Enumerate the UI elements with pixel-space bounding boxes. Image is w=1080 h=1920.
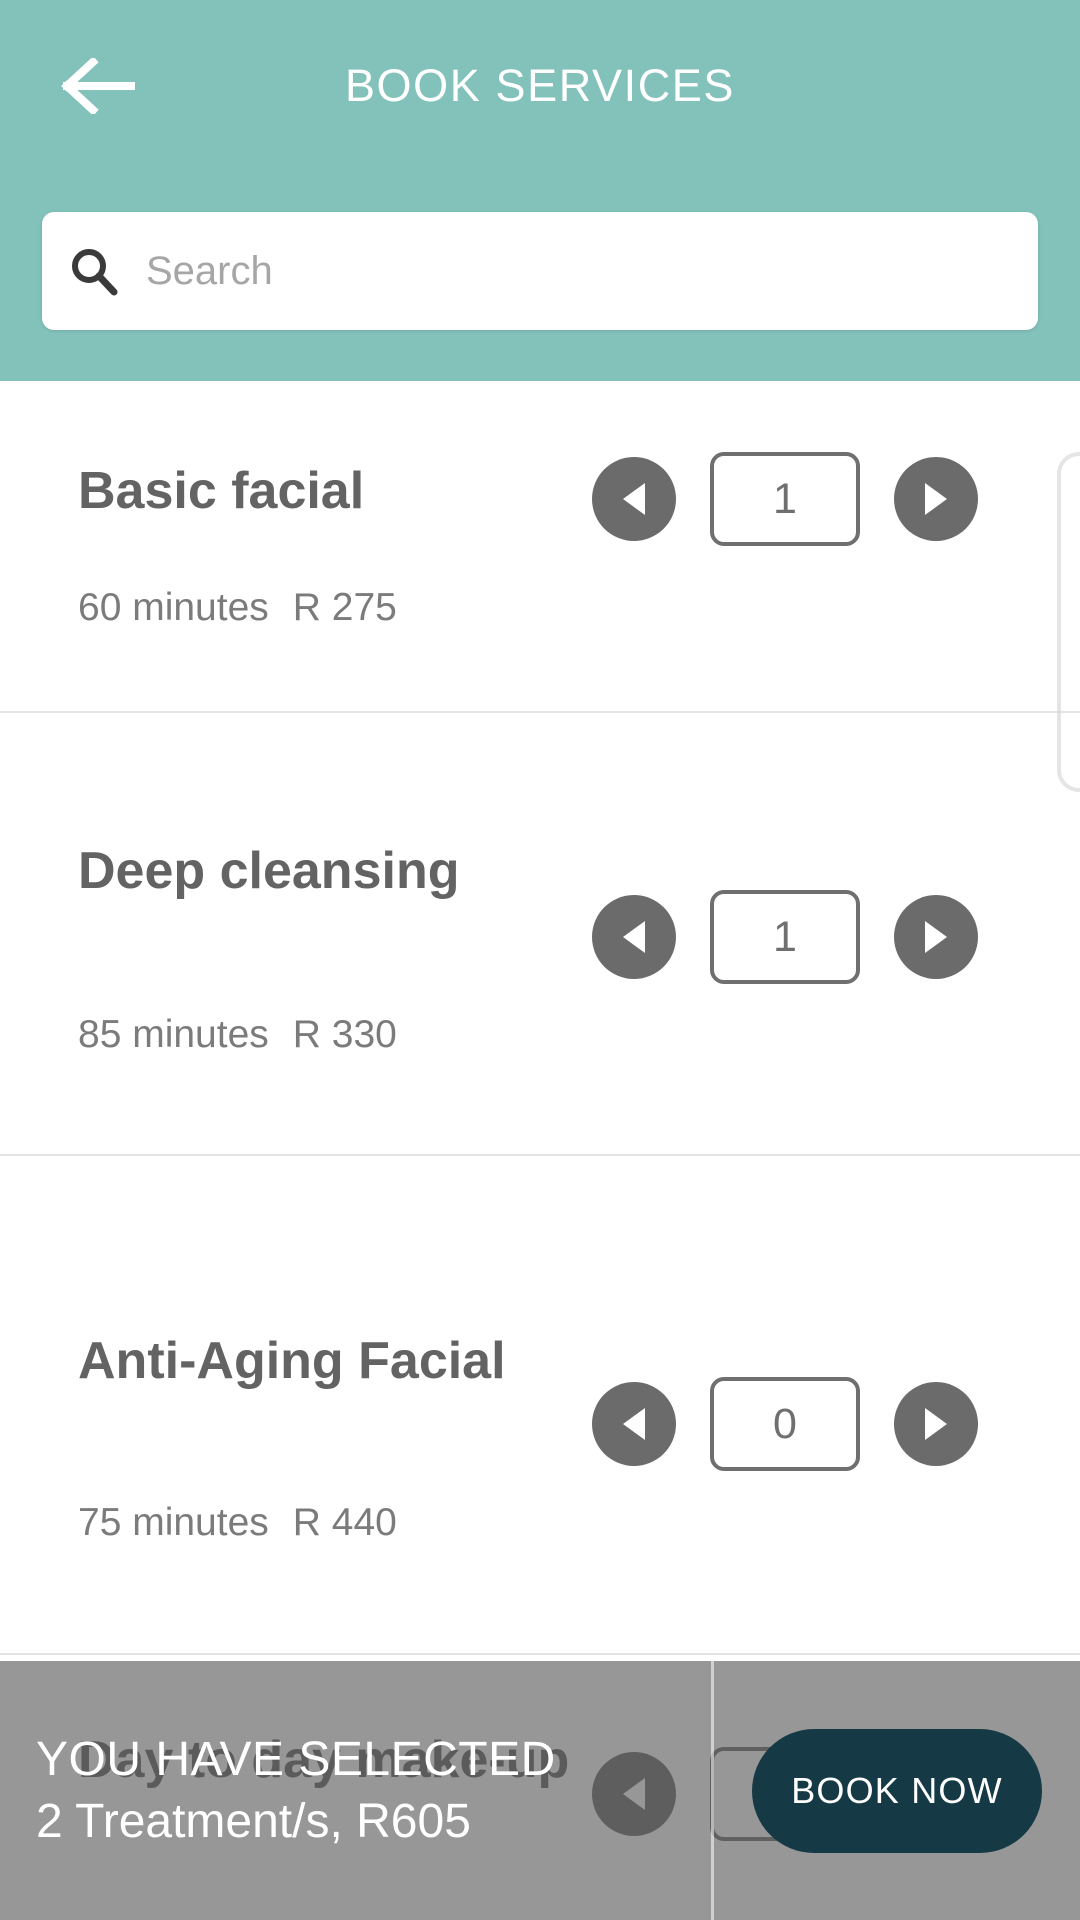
list-bottom-divider [0, 1653, 1080, 1655]
book-services-screen: BOOK SERVICES Day to day make-up Basic f… [0, 0, 1080, 1920]
service-name: Anti-Aging Facial [78, 1332, 506, 1390]
triangle-left-icon [619, 1406, 649, 1442]
quantity-value[interactable]: 0 [710, 1377, 860, 1471]
service-meta: 75 minutes R 440 [78, 1501, 397, 1545]
service-meta: 85 minutes R 330 [78, 1013, 397, 1057]
quantity-stepper: 1 [592, 452, 978, 546]
selection-summary-text: YOU HAVE SELECTED 2 Treatment/s, R605 [0, 1661, 714, 1920]
book-now-container: BOOK NOW [714, 1661, 1080, 1920]
decrement-button[interactable] [592, 457, 676, 541]
decrement-button[interactable] [592, 895, 676, 979]
search-input[interactable] [146, 212, 1038, 330]
service-duration: 60 minutes [78, 586, 269, 629]
increment-button[interactable] [894, 895, 978, 979]
quantity-value[interactable]: 1 [710, 452, 860, 546]
service-price: R 330 [292, 1013, 397, 1056]
services-list: Day to day make-up Basic facial 60 minut… [0, 381, 1080, 1661]
search-bar[interactable] [42, 212, 1038, 330]
quantity-stepper: 1 [592, 890, 978, 984]
service-price: R 440 [292, 1501, 397, 1544]
decrement-button[interactable] [592, 1382, 676, 1466]
triangle-right-icon [921, 1406, 951, 1442]
selected-summary: 2 Treatment/s, R605 [36, 1794, 471, 1848]
triangle-left-icon [619, 481, 649, 517]
triangle-left-icon [619, 919, 649, 955]
quantity-value[interactable]: 1 [710, 890, 860, 984]
increment-button[interactable] [894, 457, 978, 541]
book-now-button[interactable]: BOOK NOW [752, 1728, 1042, 1853]
search-icon [42, 245, 146, 297]
service-name: Basic facial [78, 462, 365, 520]
offscreen-card-edge [1057, 452, 1080, 792]
quantity-stepper: 0 [592, 1377, 978, 1471]
app-header: BOOK SERVICES [0, 0, 1080, 381]
selection-summary-bar: YOU HAVE SELECTED 2 Treatment/s, R605 BO… [0, 1661, 1080, 1920]
service-name: Deep cleansing [78, 842, 460, 900]
service-duration: 75 minutes [78, 1501, 269, 1544]
selected-label: YOU HAVE SELECTED [36, 1732, 556, 1786]
increment-button[interactable] [894, 1382, 978, 1466]
service-price: R 275 [292, 586, 397, 629]
service-row[interactable]: Basic facial 60 minutes R 275 1 [0, 381, 1080, 713]
service-row[interactable]: Anti-Aging Facial 75 minutes R 440 0 [0, 1156, 1080, 1661]
service-duration: 85 minutes [78, 1013, 269, 1056]
service-meta: 60 minutes R 275 [78, 586, 397, 630]
service-row[interactable]: Deep cleansing 85 minutes R 330 1 [0, 713, 1080, 1156]
page-title: BOOK SERVICES [344, 60, 736, 111]
triangle-right-icon [921, 919, 951, 955]
triangle-right-icon [921, 481, 951, 517]
